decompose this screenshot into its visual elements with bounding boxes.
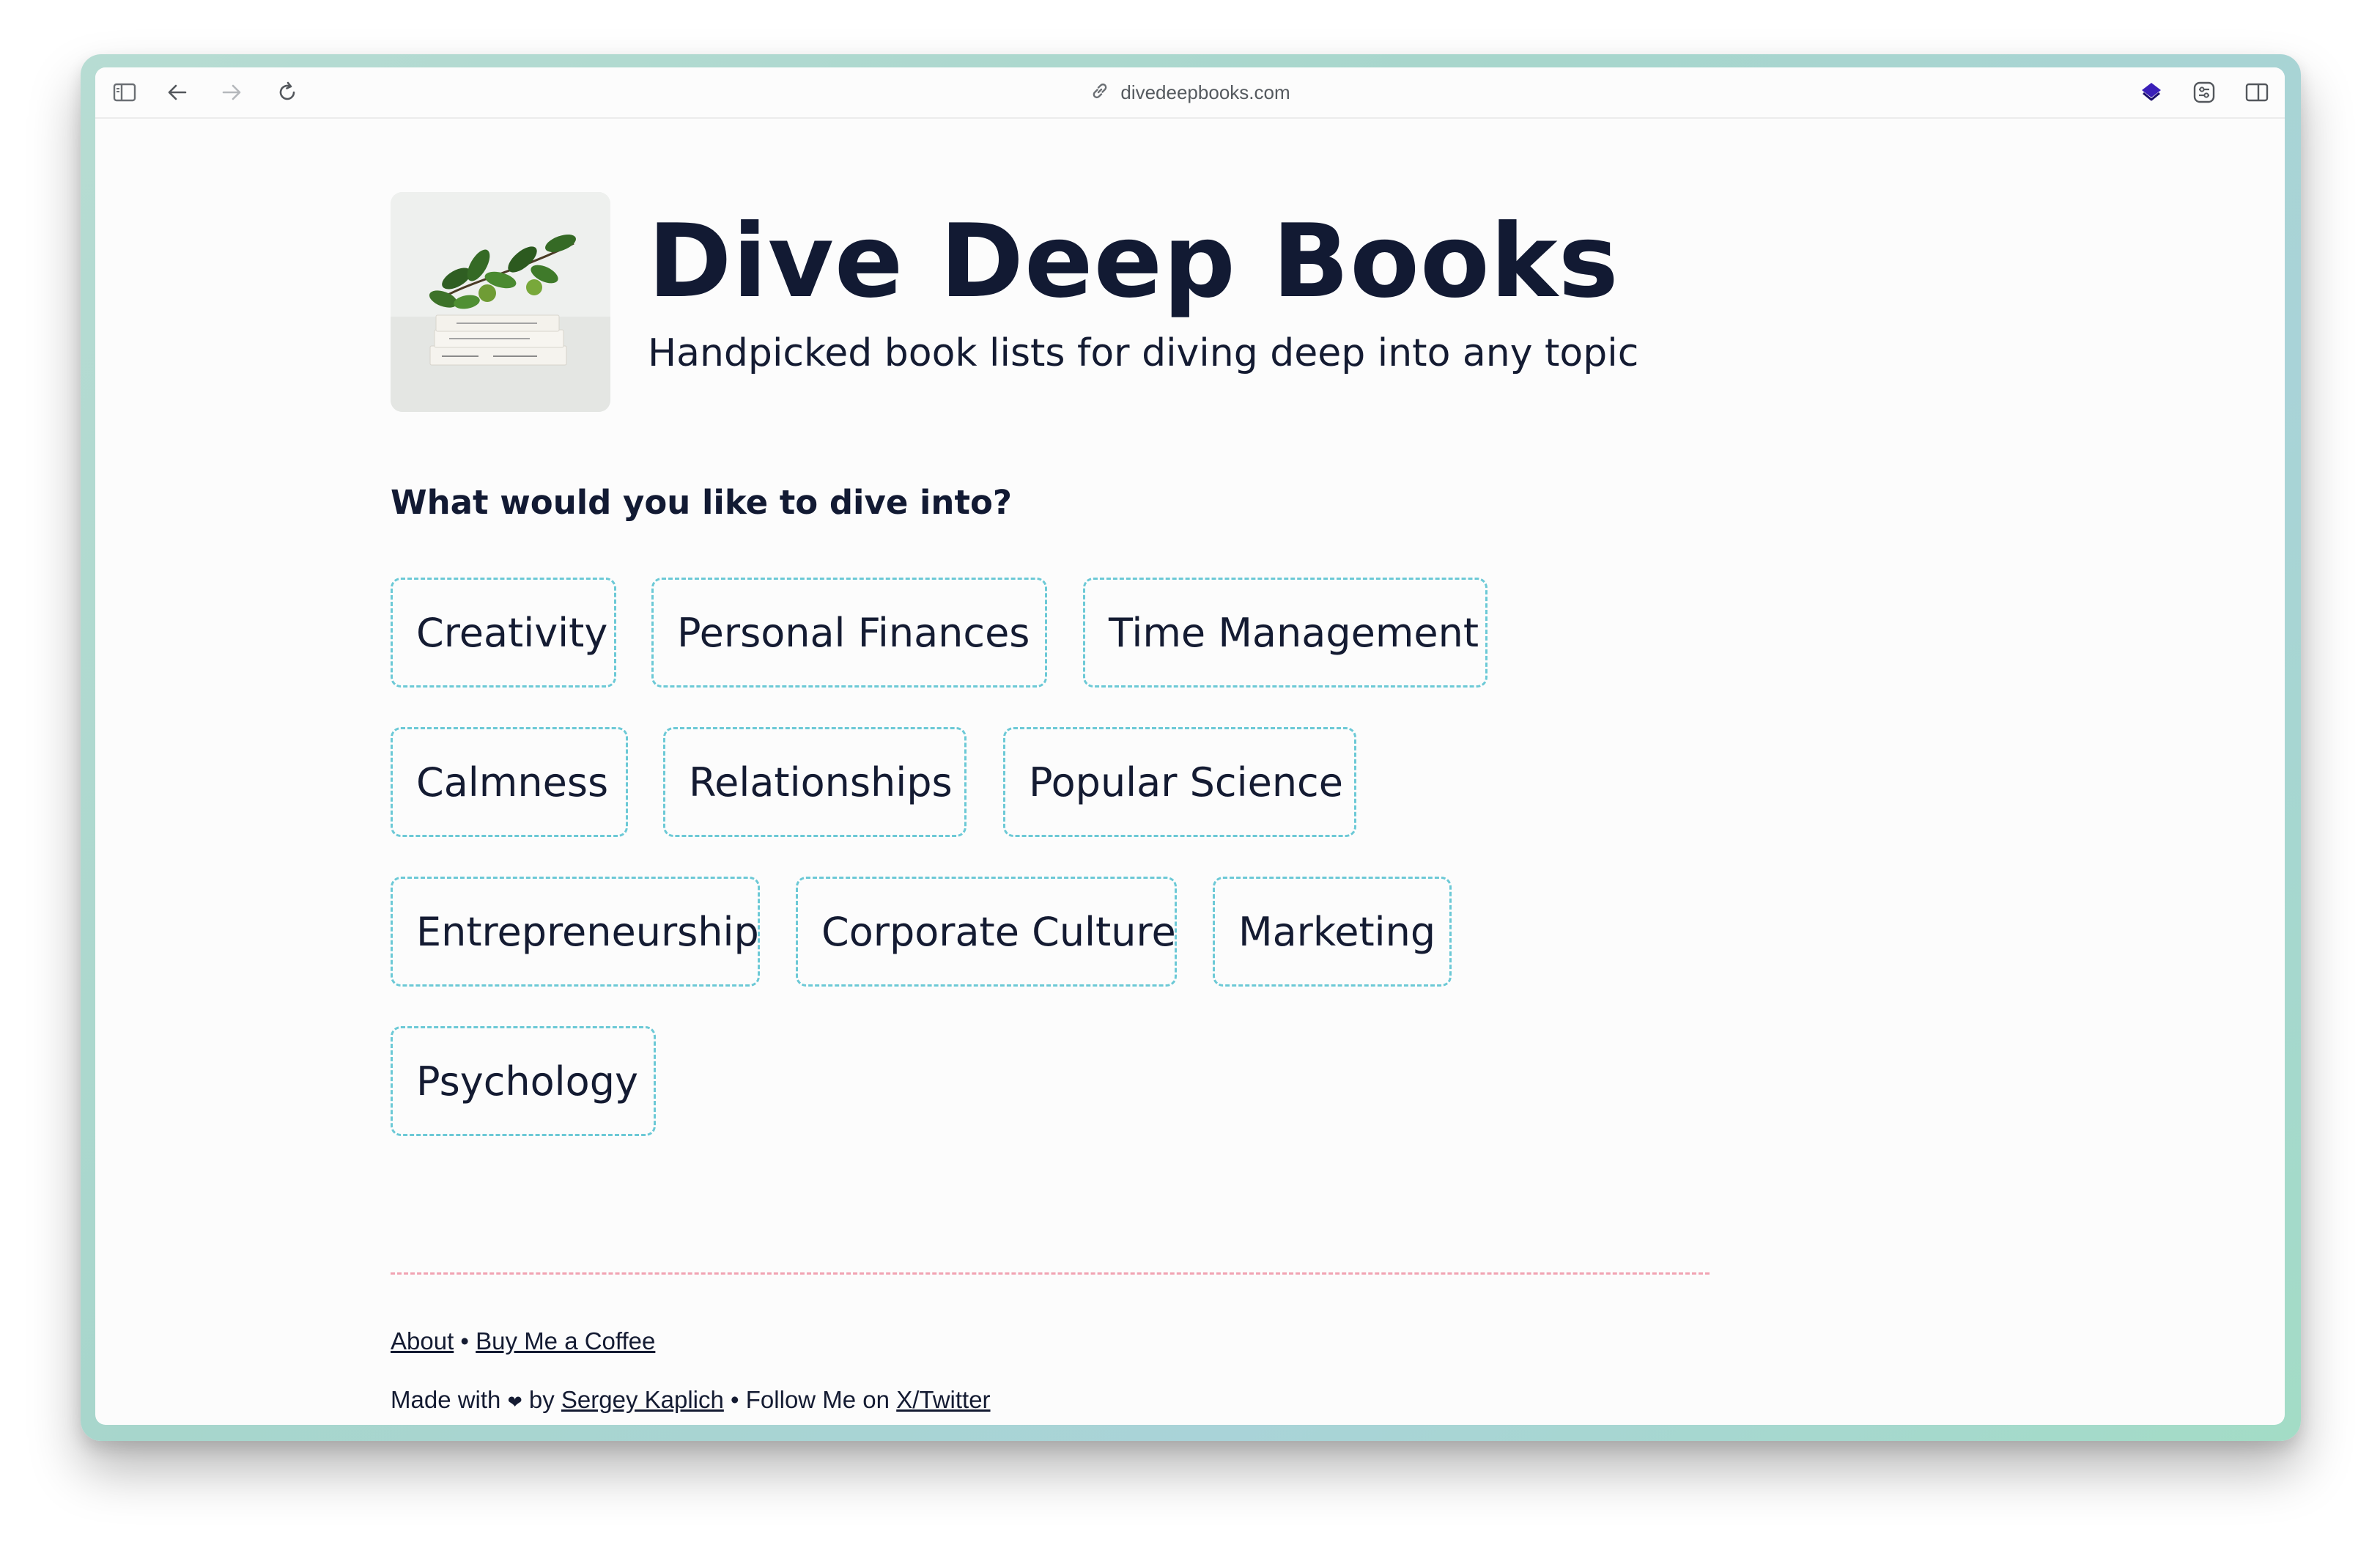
topic-creativity[interactable]: Creativity xyxy=(391,578,616,688)
topic-relationships[interactable]: Relationships xyxy=(663,727,967,837)
extension-icon[interactable] xyxy=(2138,79,2165,106)
page-content: Dive Deep Books Handpicked book lists fo… xyxy=(95,117,2285,1425)
footer-divider xyxy=(391,1272,1710,1275)
sidebar-icon[interactable] xyxy=(111,79,138,106)
by-text: by xyxy=(528,1386,555,1413)
topic-personal-finances[interactable]: Personal Finances xyxy=(651,578,1047,688)
site-tagline: Handpicked book lists for diving deep in… xyxy=(648,331,1639,375)
footer-separator: • xyxy=(731,1386,739,1413)
split-view-icon[interactable] xyxy=(2244,79,2270,106)
follow-text: Follow Me on xyxy=(745,1386,890,1413)
topic-calmness[interactable]: Calmness xyxy=(391,727,628,837)
forward-arrow-icon[interactable] xyxy=(218,79,245,106)
topic-marketing[interactable]: Marketing xyxy=(1213,877,1452,987)
link-icon xyxy=(1090,81,1110,105)
back-arrow-icon[interactable] xyxy=(164,79,191,106)
reload-icon[interactable] xyxy=(274,79,300,106)
url-text[interactable]: divedeepbooks.com xyxy=(1120,81,1290,104)
topic-psychology[interactable]: Psychology xyxy=(391,1026,656,1136)
heart-icon: ❤ xyxy=(507,1392,522,1412)
footer-credits: Made with ❤ by Sergey Kaplich • Follow M… xyxy=(391,1384,991,1418)
browser-toolbar: divedeepbooks.com xyxy=(95,67,2285,119)
topic-popular-science[interactable]: Popular Science xyxy=(1003,727,1356,837)
browser-window: divedeepbooks.com Dive Deep Books Handpi… xyxy=(95,67,2285,1425)
address-bar: divedeepbooks.com xyxy=(95,67,2285,117)
author-link[interactable]: Sergey Kaplich xyxy=(561,1386,724,1413)
footer-links: About • Buy Me a Coffee xyxy=(391,1325,655,1357)
about-link[interactable]: About xyxy=(391,1327,454,1354)
hero-image xyxy=(391,192,610,412)
footer-separator: • xyxy=(460,1327,469,1354)
topic-prompt: What would you like to dive into? xyxy=(391,483,1012,522)
topic-entrepreneurship[interactable]: Entrepreneurship xyxy=(391,877,760,987)
made-with-text: Made with xyxy=(391,1386,501,1413)
settings-icon[interactable] xyxy=(2191,79,2217,106)
site-title: Dive Deep Books xyxy=(648,202,1619,320)
buy-coffee-link[interactable]: Buy Me a Coffee xyxy=(476,1327,655,1354)
topic-corporate-culture[interactable]: Corporate Culture xyxy=(796,877,1177,987)
twitter-link[interactable]: X/Twitter xyxy=(896,1386,990,1413)
topic-time-management[interactable]: Time Management xyxy=(1083,578,1488,688)
